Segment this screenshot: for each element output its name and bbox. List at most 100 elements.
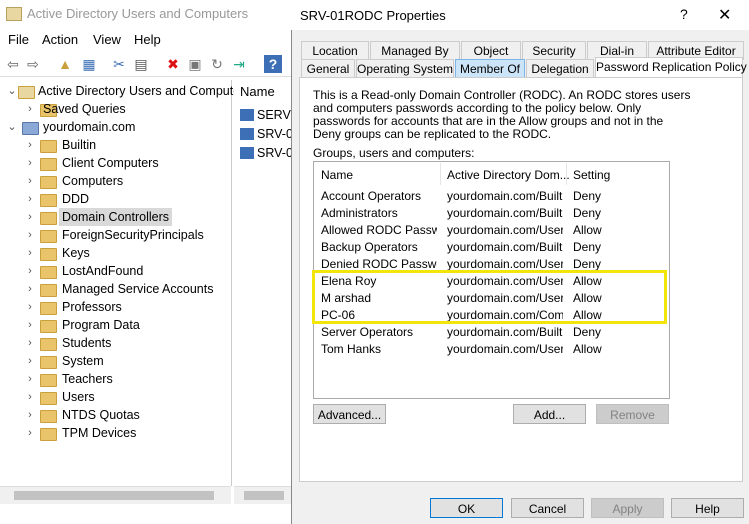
chevron-right-icon[interactable]: ›	[24, 388, 36, 406]
cell-setting: Deny	[573, 240, 602, 254]
folder-icon	[40, 194, 57, 207]
forward-icon[interactable]: ⇨	[24, 55, 42, 73]
column-separator[interactable]	[440, 163, 441, 185]
tab-member-of[interactable]: Member Of	[455, 59, 525, 78]
folder-icon	[40, 410, 57, 423]
cell-name: Tom Hanks	[321, 342, 382, 356]
tree-item-label: Builtin	[62, 138, 97, 152]
cell-setting: Deny	[573, 206, 602, 220]
chevron-right-icon[interactable]: ›	[24, 280, 36, 298]
menu-view[interactable]: View	[93, 32, 121, 47]
tree-item-label: System	[62, 354, 104, 368]
folder-icon	[40, 302, 57, 315]
chevron-right-icon[interactable]: ›	[24, 136, 36, 154]
help-button[interactable]: Help	[671, 498, 744, 518]
folder-icon	[40, 176, 57, 189]
chevron-right-icon[interactable]: ›	[24, 154, 36, 172]
tab-object[interactable]: Object	[461, 41, 521, 60]
clipboard-icon[interactable]: ▤	[132, 55, 150, 73]
tab-location[interactable]: Location	[301, 41, 369, 60]
cell-domain: yourdomain.com/Builtin	[447, 325, 563, 339]
cell-setting: Allow	[573, 342, 602, 356]
back-icon[interactable]: ⇦	[4, 55, 22, 73]
chevron-right-icon[interactable]: ›	[24, 316, 36, 334]
cell-setting: Deny	[573, 189, 602, 203]
console-tree-icon[interactable]: ▦	[80, 55, 98, 73]
folder-icon	[40, 374, 57, 387]
remove-button[interactable]: Remove	[596, 404, 669, 424]
help-icon[interactable]: ?	[680, 6, 688, 22]
tree-saved-queries-label: Saved Queries	[43, 102, 126, 116]
chevron-right-icon[interactable]: ›	[24, 352, 36, 370]
cell-name: Denied RODC Passwo...	[321, 257, 437, 271]
cancel-button[interactable]: Cancel	[511, 498, 584, 518]
properties-icon[interactable]: ▣	[186, 55, 204, 73]
list-item[interactable]: SRV-0	[240, 146, 293, 160]
chevron-right-icon[interactable]: ›	[24, 262, 36, 280]
tab-password-replication-policy[interactable]: Password Replication Policy	[595, 57, 747, 78]
refresh-icon[interactable]: ↻	[208, 55, 226, 73]
tab-managed-by[interactable]: Managed By	[370, 41, 460, 60]
advanced-button[interactable]: Advanced...	[313, 404, 386, 424]
menu-action[interactable]: Action	[42, 32, 78, 47]
menu-file[interactable]: File	[8, 32, 29, 47]
column-header-name[interactable]: Name	[321, 168, 353, 182]
tree-horizontal-scrollbar[interactable]	[0, 486, 231, 504]
delete-icon[interactable]: ✖	[164, 55, 182, 73]
list-item-label: SRV-0	[257, 146, 293, 160]
column-separator[interactable]	[566, 163, 567, 185]
menu-help[interactable]: Help	[134, 32, 161, 47]
ok-button[interactable]: OK	[430, 498, 503, 518]
tab-delegation[interactable]: Delegation	[526, 59, 594, 78]
tree-domain-label: yourdomain.com	[43, 120, 136, 134]
close-icon[interactable]: ✕	[718, 5, 731, 25]
apply-button[interactable]: Apply	[591, 498, 664, 518]
cut-icon[interactable]: ✂	[110, 55, 128, 73]
chevron-right-icon[interactable]: ›	[24, 298, 36, 316]
chevron-right-icon[interactable]: ›	[24, 208, 36, 226]
scrollbar-thumb[interactable]	[244, 491, 284, 500]
cell-name: Backup Operators	[321, 240, 418, 254]
adu-root-icon	[18, 86, 35, 99]
folder-icon	[40, 266, 57, 279]
app-icon	[6, 7, 22, 21]
main-window-title: Active Directory Users and Computers	[27, 6, 249, 21]
tab-general[interactable]: General	[301, 59, 355, 78]
chevron-right-icon[interactable]: ›	[24, 190, 36, 208]
list-header-name[interactable]: Name	[240, 84, 275, 99]
chevron-right-icon[interactable]: ›	[24, 100, 36, 118]
chevron-right-icon[interactable]: ›	[24, 334, 36, 352]
column-header-setting[interactable]: Setting	[573, 168, 610, 182]
cell-domain: yourdomain.com/Users	[447, 257, 563, 271]
add-button[interactable]: Add...	[513, 404, 586, 424]
tree-item-label: Domain Controllers	[59, 208, 172, 226]
folder-icon	[40, 428, 57, 441]
chevron-right-icon[interactable]: ›	[24, 406, 36, 424]
domain-icon	[22, 122, 39, 135]
chevron-right-icon[interactable]: ›	[24, 370, 36, 388]
chevron-right-icon[interactable]: ›	[24, 424, 36, 442]
chevron-right-icon[interactable]: ›	[24, 172, 36, 190]
folder-icon	[40, 320, 57, 333]
tab-operating-system[interactable]: Operating System	[356, 59, 454, 78]
tab-security[interactable]: Security	[522, 41, 586, 60]
tree-item-label: LostAndFound	[62, 264, 144, 278]
tree-item-label: Keys	[62, 246, 90, 260]
column-header-domain[interactable]: Active Directory Dom...	[447, 168, 570, 182]
highlight-box	[312, 270, 667, 324]
chevron-right-icon[interactable]: ›	[24, 226, 36, 244]
folder-icon	[40, 248, 57, 261]
chevron-down-icon[interactable]: ⌄	[6, 82, 18, 100]
help-icon[interactable]: ?	[264, 55, 282, 73]
scrollbar-thumb[interactable]	[14, 491, 214, 500]
cell-domain: yourdomain.com/Builtin	[447, 189, 563, 203]
chevron-right-icon[interactable]: ›	[24, 244, 36, 262]
dialog-title: SRV-01RODC Properties	[300, 8, 446, 23]
cell-name: Server Operators	[321, 325, 414, 339]
up-icon[interactable]: ▲	[56, 55, 74, 73]
cell-domain: yourdomain.com/Builtin	[447, 206, 563, 220]
tree-item-label: Students	[62, 336, 112, 350]
tree-root-label: Active Directory Users and Computers [	[38, 84, 258, 98]
chevron-down-icon[interactable]: ⌄	[6, 118, 18, 136]
export-icon[interactable]: ⇥	[230, 55, 248, 73]
